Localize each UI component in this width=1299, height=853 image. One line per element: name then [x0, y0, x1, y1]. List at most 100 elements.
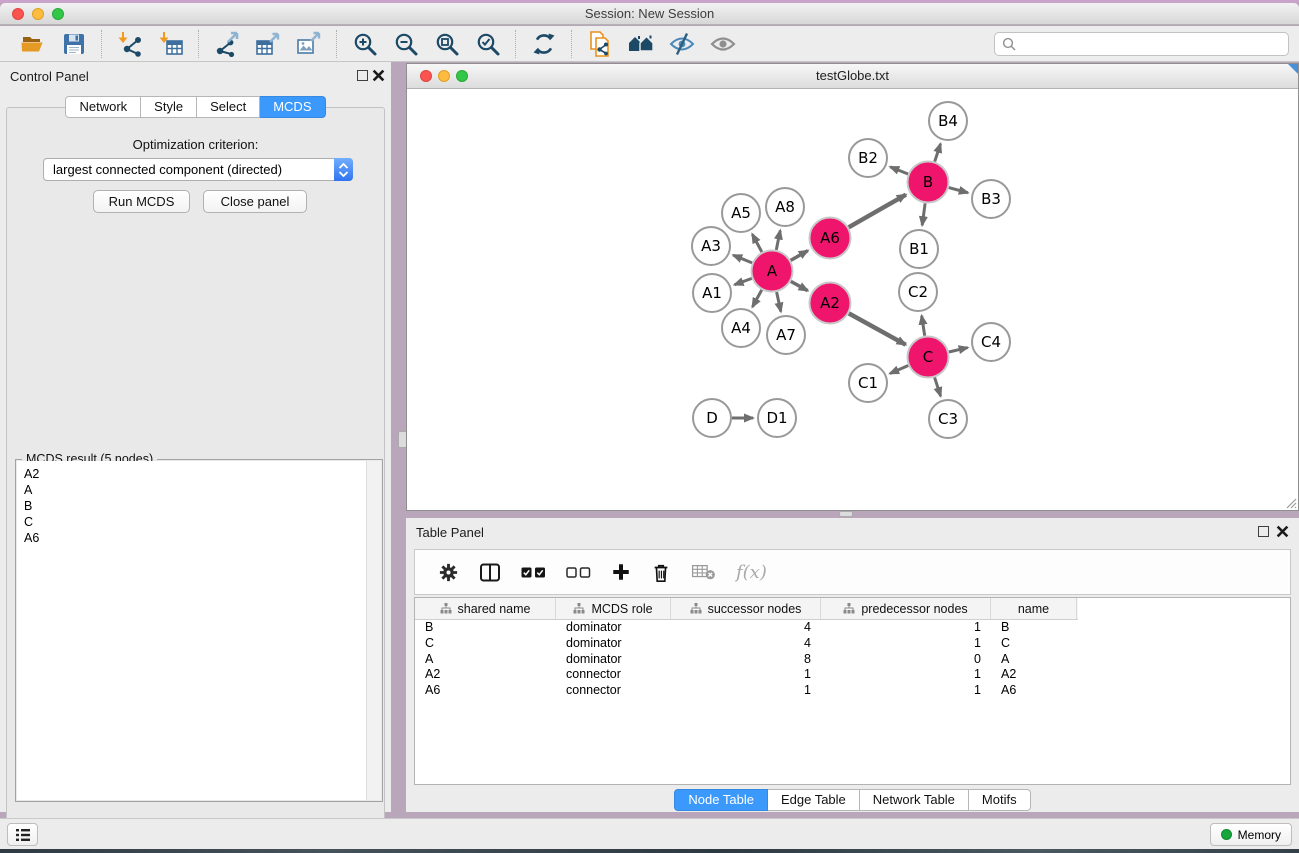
memory-button[interactable]: Memory	[1210, 823, 1292, 846]
graph-node-A6[interactable]: A6	[810, 218, 851, 259]
run-mcds-button[interactable]: Run MCDS	[93, 190, 190, 213]
table-row[interactable]: Bdominator41B	[415, 620, 1290, 636]
graph-edge-C-C2[interactable]	[922, 316, 925, 336]
graph-node-B1[interactable]: B1	[900, 230, 938, 268]
graph-node-C1[interactable]: C1	[849, 364, 887, 402]
graph-edge-C-C4[interactable]	[949, 348, 968, 352]
table-row[interactable]: Cdominator41C	[415, 636, 1290, 652]
graph-node-B4[interactable]: B4	[929, 102, 967, 140]
mcds-result-item[interactable]: B	[24, 498, 366, 514]
graph-edge-C-C3[interactable]	[935, 377, 941, 396]
table-row[interactable]: A2connector11A2	[415, 667, 1290, 683]
graph-node-A4[interactable]: A4	[722, 309, 760, 347]
import-table-button[interactable]	[157, 30, 184, 57]
graph-node-B3[interactable]: B3	[972, 180, 1010, 218]
show-all-button[interactable]	[709, 30, 736, 57]
graph-node-C4[interactable]: C4	[972, 323, 1010, 361]
close-panel-icon[interactable]	[1276, 525, 1289, 538]
horizontal-splitter-grip[interactable]	[839, 511, 853, 517]
graph-edge-A-A4[interactable]	[752, 290, 761, 307]
export-network-button[interactable]	[213, 30, 240, 57]
zoom-fit-button[interactable]	[433, 30, 460, 57]
mcds-result-item[interactable]: A6	[24, 530, 366, 546]
graph-node-A3[interactable]: A3	[692, 227, 730, 265]
tab-edge-table[interactable]: Edge Table	[768, 789, 860, 811]
graph-edge-A-A1[interactable]	[735, 278, 752, 284]
tab-style[interactable]: Style	[141, 96, 197, 118]
table-row[interactable]: Adominator80A	[415, 652, 1290, 668]
tab-select[interactable]: Select	[197, 96, 260, 118]
graph-node-B[interactable]: B	[908, 162, 949, 203]
tab-node-table[interactable]: Node Table	[674, 789, 768, 811]
column-header-successor-nodes[interactable]: successor nodes	[671, 598, 821, 619]
graph-node-D[interactable]: D	[693, 399, 731, 437]
hide-selected-button[interactable]	[668, 30, 695, 57]
graph-node-C[interactable]: C	[908, 337, 949, 378]
graph-edge-B-B4[interactable]	[935, 144, 941, 162]
column-header-predecessor-nodes[interactable]: predecessor nodes	[821, 598, 991, 619]
table-row[interactable]: A6connector11A6	[415, 683, 1290, 699]
graph-edge-A-A3[interactable]	[733, 255, 752, 263]
optimization-criterion-dropdown[interactable]: largest connected component (directed)	[43, 158, 353, 181]
mcds-result-list[interactable]: A2ABCA6	[17, 461, 366, 800]
graph-edge-B-B2[interactable]	[890, 167, 908, 174]
graph-node-C3[interactable]: C3	[929, 400, 967, 438]
float-panel-icon[interactable]	[357, 70, 368, 81]
mcds-result-item[interactable]: A2	[24, 466, 366, 482]
refresh-view-button[interactable]	[530, 30, 557, 57]
delete-table-button[interactable]	[691, 559, 716, 585]
task-history-button[interactable]	[7, 823, 38, 846]
graph-node-C2[interactable]: C2	[899, 273, 937, 311]
column-header-MCDS-role[interactable]: MCDS role	[556, 598, 671, 619]
toggle-panel-layout-button[interactable]	[479, 559, 501, 585]
graph-edge-C-C1[interactable]	[890, 366, 908, 374]
graph-node-B2[interactable]: B2	[849, 139, 887, 177]
graph-edge-A-A2[interactable]	[791, 281, 808, 290]
graph-node-A[interactable]: A	[752, 251, 793, 292]
graph-node-D1[interactable]: D1	[758, 399, 796, 437]
first-neighbors-button[interactable]	[627, 30, 654, 57]
table-settings-button[interactable]	[438, 559, 459, 585]
graph-edge-B-B3[interactable]	[949, 188, 968, 193]
zoom-out-button[interactable]	[392, 30, 419, 57]
column-header-name[interactable]: name	[991, 598, 1077, 619]
add-column-button[interactable]	[611, 559, 631, 585]
scrollbar-track[interactable]	[366, 461, 381, 800]
graph-node-A2[interactable]: A2	[810, 283, 851, 324]
network-graph-canvas[interactable]: A A1 A3A5A8 A4A7 A6 A2 B B1 B2 B3 B4 C C1 C2 C3 C4 D D1	[407, 89, 1298, 510]
zoom-selected-button[interactable]	[474, 30, 501, 57]
export-image-button[interactable]	[295, 30, 322, 57]
function-builder-button[interactable]: f(x)	[736, 559, 767, 585]
graph-node-A1[interactable]: A1	[693, 274, 731, 312]
deselect-all-button[interactable]	[566, 559, 591, 585]
mcds-result-item[interactable]: A	[24, 482, 366, 498]
graph-node-A5[interactable]: A5	[722, 194, 760, 232]
search-input[interactable]	[1021, 34, 1288, 54]
graph-edge-A-A8[interactable]	[776, 231, 780, 250]
close-panel-button[interactable]: Close panel	[203, 190, 307, 213]
zoom-in-button[interactable]	[351, 30, 378, 57]
graph-edge-A-A5[interactable]	[752, 234, 762, 252]
select-all-button[interactable]	[521, 559, 546, 585]
open-session-button[interactable]	[19, 30, 46, 57]
tab-mcds[interactable]: MCDS	[260, 96, 325, 118]
import-network-button[interactable]	[116, 30, 143, 57]
graph-edge-A-A6[interactable]	[791, 251, 808, 261]
graph-edge-A2-C[interactable]	[849, 313, 906, 344]
export-table-button[interactable]	[254, 30, 281, 57]
column-header-shared-name[interactable]: shared name	[415, 598, 556, 619]
graph-node-A7[interactable]: A7	[767, 316, 805, 354]
mcds-result-item[interactable]: C	[24, 514, 366, 530]
float-panel-icon[interactable]	[1258, 526, 1269, 537]
tab-network[interactable]: Network	[65, 96, 141, 118]
save-session-button[interactable]	[60, 30, 87, 57]
graph-node-A8[interactable]: A8	[766, 188, 804, 226]
graph-edge-B-B1[interactable]	[922, 203, 925, 225]
tab-motifs[interactable]: Motifs	[969, 789, 1031, 811]
graph-edge-A6-B[interactable]	[849, 195, 906, 228]
close-panel-icon[interactable]	[372, 69, 385, 82]
graph-edge-A-A7[interactable]	[777, 292, 781, 312]
resize-grip-icon[interactable]	[1283, 495, 1297, 509]
new-network-from-selection-button[interactable]	[586, 30, 613, 57]
tab-network-table[interactable]: Network Table	[860, 789, 969, 811]
